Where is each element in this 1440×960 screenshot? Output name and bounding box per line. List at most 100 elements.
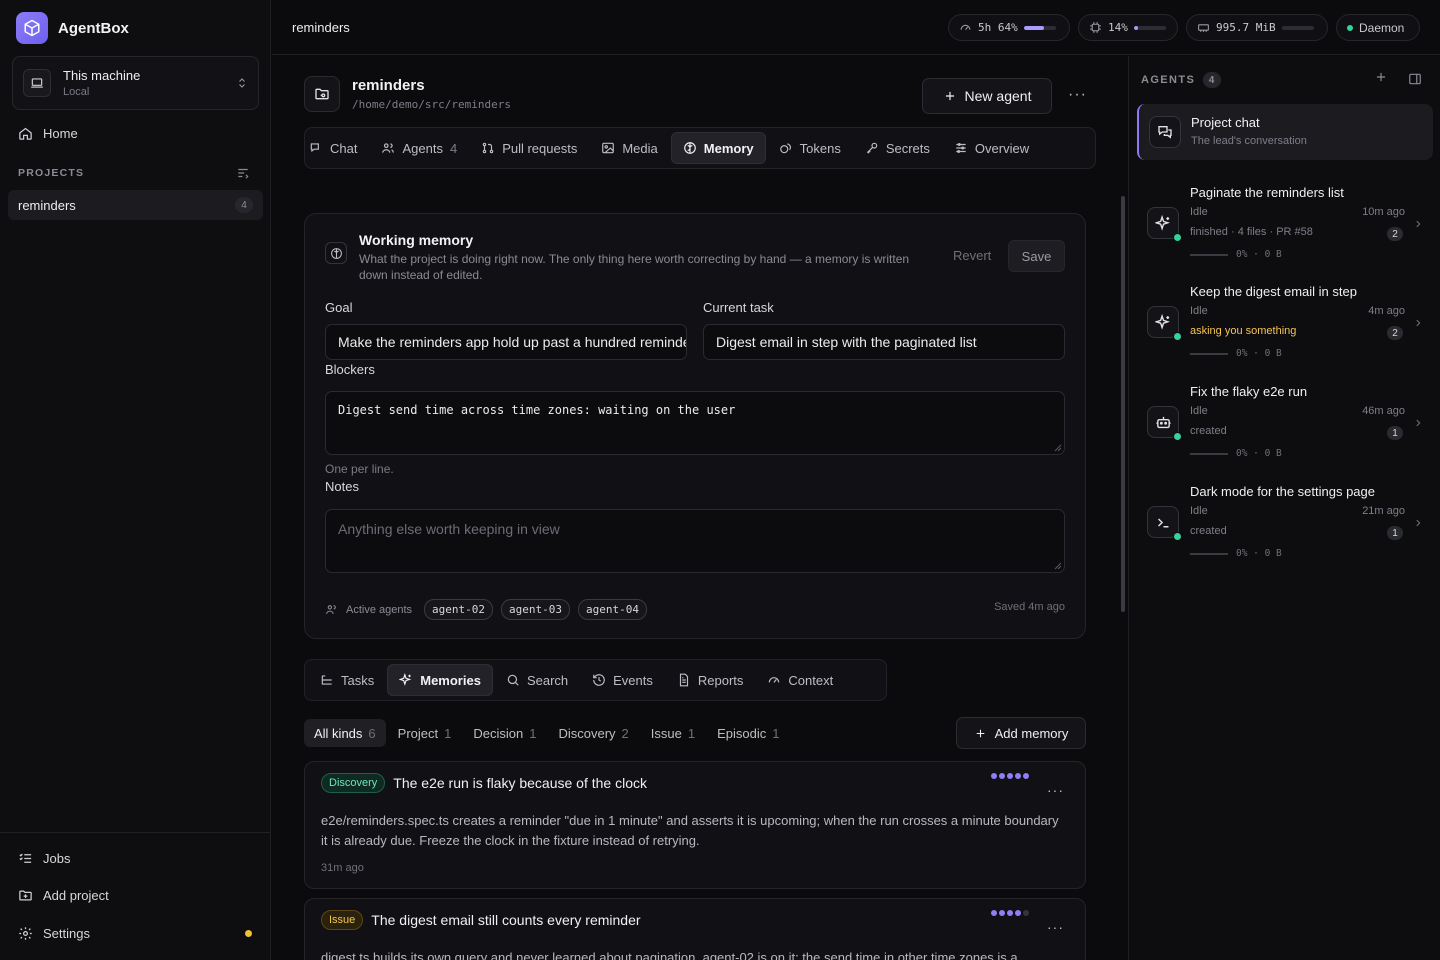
subtab-events[interactable]: Events xyxy=(581,664,664,696)
tab-chat[interactable]: Chat xyxy=(309,132,368,164)
agent-state: Idle xyxy=(1190,206,1208,218)
nav-jobs[interactable]: Jobs xyxy=(18,851,258,866)
add-memory-button[interactable]: Add memory xyxy=(956,717,1086,749)
sparkles-icon xyxy=(399,673,413,687)
memory-more-button[interactable]: ··· xyxy=(1047,919,1064,935)
agent-state: Idle xyxy=(1190,405,1208,417)
gauge-icon xyxy=(767,673,781,687)
list-sort-icon[interactable] xyxy=(236,166,250,180)
new-agent-button[interactable]: New agent xyxy=(922,78,1052,114)
project-more-button[interactable]: ··· xyxy=(1068,86,1087,104)
filter-all-kinds[interactable]: All kinds 6 xyxy=(304,719,386,747)
nav-settings[interactable]: Settings xyxy=(18,926,258,941)
cpu-pill[interactable]: 14% xyxy=(1078,14,1178,41)
working-memory-description: What the project is doing right now. The… xyxy=(359,252,910,282)
agent-progress: 0% · 0 B xyxy=(1190,548,1282,559)
memory-pill[interactable]: 995.7 MiB xyxy=(1186,14,1328,41)
project-item-reminders[interactable]: reminders 4 xyxy=(8,190,263,220)
agent-chip[interactable]: agent-02 xyxy=(424,599,494,620)
filter-discovery[interactable]: Discovery 2 xyxy=(548,719,638,747)
filter-label: Discovery xyxy=(558,725,616,741)
users-icon xyxy=(381,141,395,155)
agent-progress-label: 0% · 0 B xyxy=(1236,249,1282,260)
agent-time: 46m ago xyxy=(1362,405,1405,417)
blockers-textarea[interactable]: Digest send time across time zones: wait… xyxy=(325,391,1065,455)
nav-add-project[interactable]: Add project xyxy=(18,888,258,903)
chevron-right-icon xyxy=(1413,318,1423,328)
subtab-search[interactable]: Search xyxy=(495,664,579,696)
revert-button[interactable]: Revert xyxy=(953,248,991,263)
subtab-memories[interactable]: Memories xyxy=(387,664,493,696)
agent-item[interactable]: Paginate the reminders list Idle 10m ago… xyxy=(1141,185,1431,275)
brain-icon xyxy=(683,141,697,155)
add-agent-icon[interactable] xyxy=(1374,70,1388,84)
memory-body: digest.ts builds its own query and never… xyxy=(321,950,1018,960)
subtab-reports[interactable]: Reports xyxy=(666,664,755,696)
filter-count: 6 xyxy=(368,725,376,741)
usage-pill[interactable]: 5h 64% xyxy=(948,14,1070,41)
tab-memory[interactable]: Memory xyxy=(670,132,766,164)
goal-field[interactable]: Make the reminders app hold up past a hu… xyxy=(325,324,687,360)
tab-overview[interactable]: Overview xyxy=(943,132,1040,164)
filter-episodic[interactable]: Episodic 1 xyxy=(707,719,789,747)
machine-selector[interactable]: This machine Local xyxy=(12,56,259,110)
subtab-tasks[interactable]: Tasks xyxy=(309,664,385,696)
project-chat-card[interactable]: Project chat The lead's conversation xyxy=(1137,104,1433,160)
folder-git-icon xyxy=(304,76,340,112)
app-name: AgentBox xyxy=(58,19,129,37)
history-icon xyxy=(592,673,606,687)
app-logo-icon xyxy=(16,12,48,44)
tab-secrets[interactable]: Secrets xyxy=(854,132,941,164)
agent-title: Fix the flaky e2e run xyxy=(1190,384,1308,399)
agent-progress-label: 0% · 0 B xyxy=(1236,448,1282,459)
users-icon xyxy=(325,603,338,616)
agent-chip[interactable]: agent-04 xyxy=(578,599,647,620)
notes-placeholder: Anything else worth keeping in view xyxy=(338,521,560,537)
brain-icon xyxy=(325,242,347,264)
agent-item[interactable]: Dark mode for the settings page Idle 21m… xyxy=(1141,484,1431,574)
tab-agents-count: 4 xyxy=(449,140,458,156)
main-scrollbar[interactable] xyxy=(1121,196,1125,612)
save-button[interactable]: Save xyxy=(1008,240,1065,272)
cpu-bar xyxy=(1133,25,1166,30)
filter-label: All kinds xyxy=(314,725,363,741)
tab-media[interactable]: Media xyxy=(590,132,668,164)
agent-progress: 0% · 0 B xyxy=(1190,348,1282,359)
nav-home[interactable]: Home xyxy=(18,126,78,141)
filter-project[interactable]: Project 1 xyxy=(388,719,462,747)
subtab-context[interactable]: Context xyxy=(756,664,844,696)
daemon-pill[interactable]: Daemon xyxy=(1336,14,1420,41)
memory-more-button[interactable]: ··· xyxy=(1047,782,1064,798)
notes-textarea[interactable]: Anything else worth keeping in view xyxy=(325,509,1065,573)
sliders-icon xyxy=(954,141,968,155)
brand[interactable]: AgentBox xyxy=(16,12,129,44)
agent-chip[interactable]: agent-03 xyxy=(501,599,571,620)
memory-card[interactable]: Issue The digest email still counts ever… xyxy=(304,898,1086,960)
resize-grip-icon[interactable] xyxy=(1054,562,1062,570)
nav-settings-label: Settings xyxy=(43,926,90,941)
chat-title: Project chat xyxy=(1191,115,1260,130)
subtab-events-label: Events xyxy=(613,672,653,688)
resize-grip-icon[interactable] xyxy=(1054,444,1062,452)
filter-issue[interactable]: Issue 1 xyxy=(641,719,705,747)
panel-toggle-icon[interactable] xyxy=(1408,72,1422,86)
agent-progress: 0% · 0 B xyxy=(1190,448,1282,459)
filter-decision[interactable]: Decision 1 xyxy=(463,719,546,747)
tab-tokens[interactable]: Tokens xyxy=(768,132,852,164)
agents-count: 4 xyxy=(1203,72,1222,88)
current-task-field[interactable]: Digest email in step with the paginated … xyxy=(703,324,1065,360)
memory-card[interactable]: Discovery The e2e run is flaky because o… xyxy=(304,761,1086,889)
tab-agents[interactable]: Agents 4 xyxy=(370,132,468,164)
cpu-icon xyxy=(1089,21,1102,34)
gear-icon xyxy=(18,926,33,941)
tab-pull-requests[interactable]: Pull requests xyxy=(470,132,588,164)
gauge-icon xyxy=(959,21,972,34)
chat-bubbles-icon xyxy=(1149,116,1181,148)
tab-secrets-label: Secrets xyxy=(885,140,930,156)
sparkle-icon xyxy=(1147,306,1182,341)
agent-item[interactable]: Fix the flaky e2e run Idle 46m ago creat… xyxy=(1141,384,1431,474)
git-pull-request-icon xyxy=(481,141,495,155)
projects-heading: PROJECTS xyxy=(18,167,85,179)
agent-item[interactable]: Keep the digest email in step Idle 4m ag… xyxy=(1141,284,1431,374)
saved-status: Saved 4m ago xyxy=(994,601,1065,613)
